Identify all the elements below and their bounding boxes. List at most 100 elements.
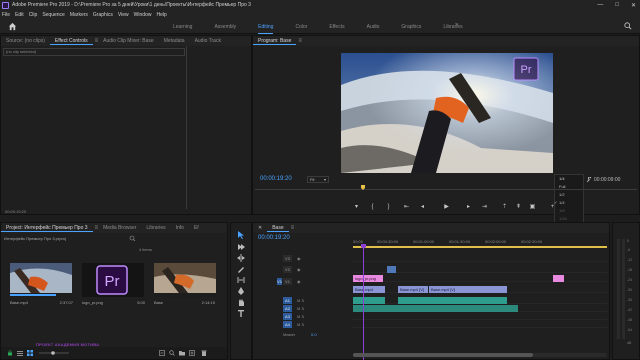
tab-sequence-base[interactable]: Base	[267, 225, 289, 232]
tab-source[interactable]: Source: (no clips)	[1, 38, 50, 44]
track-select-tool-icon[interactable]	[237, 243, 245, 251]
trash-icon[interactable]	[201, 350, 207, 356]
minimize-button[interactable]: —	[597, 2, 603, 8]
menu-graphics[interactable]: Graphics	[93, 12, 113, 18]
track-row-a1[interactable]	[353, 297, 607, 304]
menu-view[interactable]: View	[118, 12, 129, 18]
playback-resolution-menu[interactable]: 1/4 Full 1/2 ✓ 1/4 1/8 1/16	[554, 174, 584, 228]
slip-tool-icon[interactable]	[237, 276, 245, 284]
track-row-a2[interactable]	[353, 305, 607, 312]
workspace-tab-editing[interactable]: Editing	[258, 24, 274, 34]
project-search-icon[interactable]	[129, 235, 145, 241]
clip-base-2[interactable]: Base.mp4 [V]	[398, 286, 428, 293]
add-marker-icon[interactable]: ▾	[353, 204, 360, 211]
menu-markers[interactable]: Markers	[70, 12, 88, 18]
export-frame-camera-icon[interactable]: ▣	[529, 204, 536, 211]
zoom-slider[interactable]	[39, 350, 69, 356]
source-patch-v1[interactable]: V1	[277, 278, 282, 285]
audio-clip-a2[interactable]	[353, 305, 518, 312]
workspace-tab-libraries[interactable]: Libraries	[443, 24, 462, 30]
fit-dropdown[interactable]: Fit ▾	[307, 176, 329, 183]
track-label[interactable]: V1	[283, 278, 292, 285]
close-icon[interactable]: ✕	[253, 225, 267, 231]
timeline-ruler[interactable]: 00:00 00:00:30:00 00:01:00:00 00:01:30:0…	[353, 237, 607, 251]
pen-tool-icon[interactable]	[237, 287, 245, 295]
eye-icon[interactable]: ◉	[297, 278, 301, 285]
work-area-bar[interactable]	[353, 246, 607, 248]
go-to-out-icon[interactable]: ⇥	[481, 204, 488, 211]
workspace-tab-audio[interactable]: Audio	[367, 24, 380, 30]
tab-program-base[interactable]: Program: Base	[253, 38, 297, 45]
menu-help[interactable]: Help	[156, 12, 166, 18]
workspace-tab-graphics[interactable]: Graphics	[401, 24, 421, 30]
effect-controls-divider[interactable]	[186, 46, 187, 209]
home-icon[interactable]	[8, 22, 17, 31]
master-volume-value[interactable]: 0.0	[311, 331, 317, 338]
timeline-scrollbar[interactable]	[353, 353, 607, 357]
track-row-v2[interactable]	[353, 266, 607, 273]
program-video-frame[interactable]: Pr	[341, 53, 553, 173]
track-row-a3[interactable]	[353, 313, 607, 320]
lock-icon[interactable]	[7, 350, 13, 356]
ripple-edit-tool-icon[interactable]	[237, 254, 245, 262]
step-forward-icon[interactable]: ▸	[465, 204, 472, 211]
workspace-tab-color[interactable]: Color	[295, 24, 307, 30]
clip-pink-end[interactable]	[553, 275, 564, 282]
clip-logo[interactable]: logo_pr.png	[353, 275, 383, 282]
mark-in-icon[interactable]: {	[369, 204, 376, 211]
media-thumbnail-base-mp4[interactable]	[10, 263, 72, 297]
menu-window[interactable]: Window	[134, 12, 152, 18]
menu-edit[interactable]: Edit	[15, 12, 24, 18]
hand-tool-icon[interactable]	[237, 298, 245, 306]
eye-icon[interactable]: ◉	[297, 255, 301, 262]
icon-view-icon[interactable]	[27, 350, 33, 356]
tab-info[interactable]: Info	[171, 225, 189, 231]
lift-icon[interactable]: ⇡	[501, 204, 508, 211]
tab-libraries[interactable]: Libraries	[141, 225, 170, 231]
selection-tool-icon[interactable]	[237, 231, 245, 239]
extract-icon[interactable]: ⇞	[515, 204, 522, 211]
panel-menu-icon[interactable]: ≡	[298, 38, 302, 44]
media-thumbnail-base-sequence[interactable]	[154, 263, 216, 297]
mute-solo-buttons[interactable]: M S	[297, 321, 304, 328]
workspace-tab-effects[interactable]: Effects	[329, 24, 344, 30]
track-label[interactable]: A4	[283, 321, 292, 328]
razor-tool-icon[interactable]	[237, 265, 245, 273]
playhead-line[interactable]	[363, 245, 364, 360]
new-bin-folder-icon[interactable]	[179, 350, 185, 356]
menu-sequence[interactable]: Sequence	[42, 12, 65, 18]
track-row-v2b[interactable]: logo_pr.png	[353, 275, 607, 282]
maximize-button[interactable]: □	[615, 2, 619, 8]
program-timecode[interactable]: 00:00:19:20	[260, 176, 292, 182]
clip-base-3[interactable]: Base.mp4 [V]	[429, 286, 507, 293]
audio-clip-a1-2[interactable]	[398, 297, 507, 304]
track-label[interactable]: A3	[283, 313, 292, 320]
tab-effect-controls[interactable]: Effect Controls	[49, 38, 93, 45]
tab-metadata[interactable]: Metadata	[159, 38, 190, 44]
mute-solo-buttons[interactable]: M S	[297, 305, 304, 312]
list-view-icon[interactable]	[17, 350, 23, 356]
track-label[interactable]: V2	[283, 266, 292, 273]
mute-solo-buttons[interactable]: M S	[297, 313, 304, 320]
tab-effects[interactable]: Ef	[189, 225, 204, 231]
tab-media-browser[interactable]: Media Browser	[98, 225, 141, 231]
mark-out-icon[interactable]: }	[385, 204, 392, 211]
workspace-tab-learning[interactable]: Learning	[173, 24, 192, 30]
tab-audio-clip-mixer[interactable]: Audio Clip Mixer: Base	[98, 38, 159, 44]
timeline-timecode[interactable]: 00:00:19:20	[258, 235, 290, 241]
track-row-a4[interactable]	[353, 321, 607, 328]
close-button[interactable]: ✕	[631, 2, 636, 9]
eye-icon[interactable]: ◉	[297, 266, 301, 273]
clip-v2-blue[interactable]	[387, 266, 396, 273]
settings-wrench-icon[interactable]	[586, 177, 592, 183]
play-button-icon[interactable]: ▶	[443, 204, 450, 211]
workspace-tab-assembly[interactable]: Assembly	[214, 24, 236, 30]
track-label[interactable]: A1	[283, 297, 292, 304]
mute-solo-buttons[interactable]: M S	[297, 297, 304, 304]
menu-clip[interactable]: Clip	[29, 12, 38, 18]
button-editor-plus-icon[interactable]: +	[549, 204, 556, 211]
clip-base-1[interactable]: Base.mp4	[353, 286, 385, 293]
track-row-v3[interactable]	[353, 255, 607, 262]
program-mini-timeline[interactable]	[255, 189, 637, 196]
panel-menu-icon[interactable]: ≡	[291, 225, 295, 231]
